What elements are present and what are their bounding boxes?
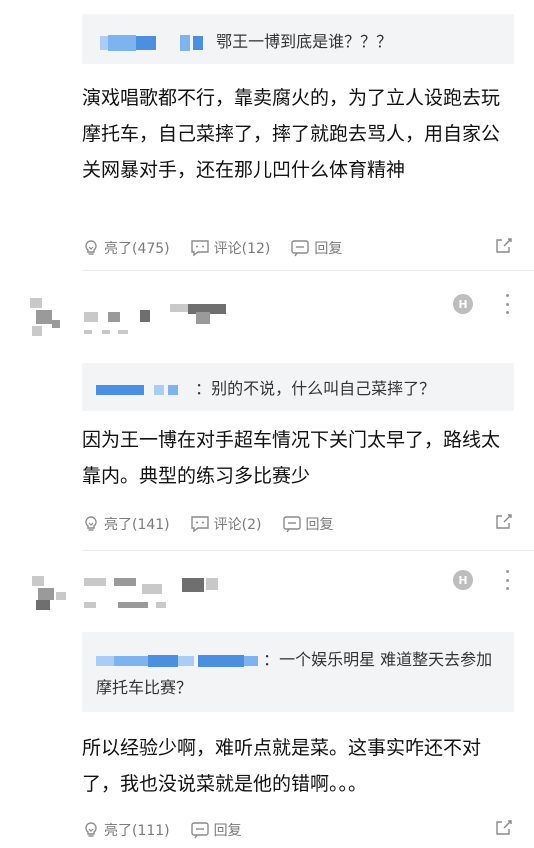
like-count: 亮了(475) bbox=[104, 241, 170, 257]
like-count: 亮了(141) bbox=[104, 517, 170, 533]
quoted-username-blurred bbox=[96, 384, 190, 395]
comment-actions: 亮了(141) 评论(2) 回复 bbox=[82, 512, 514, 536]
like-button[interactable]: 亮了(111) bbox=[82, 820, 170, 840]
reply-button[interactable]: 回复 bbox=[290, 238, 342, 258]
comment-button[interactable]: 评论(2) bbox=[190, 514, 262, 534]
more-options-button[interactable] bbox=[502, 570, 512, 590]
username-blurred[interactable] bbox=[84, 576, 234, 616]
username-blurred[interactable] bbox=[84, 300, 234, 340]
avatar[interactable] bbox=[22, 292, 72, 342]
comment-body: 所以经验少啊，难听点就是菜。这事实咋还不对了，我也没说菜就是他的错啊。。。 bbox=[82, 737, 482, 795]
reply-icon bbox=[291, 240, 310, 257]
quoted-text: 鄂王一博到底是谁？？？ bbox=[216, 32, 393, 51]
comment-button[interactable]: 评论(12) bbox=[190, 238, 271, 258]
divider bbox=[82, 270, 534, 271]
reply-icon bbox=[282, 516, 301, 533]
reply-icon bbox=[190, 822, 209, 839]
level-badge: H bbox=[453, 570, 473, 590]
quoted-username-blurred bbox=[100, 34, 211, 51]
share-icon bbox=[496, 820, 512, 835]
comment-count: 评论(12) bbox=[213, 241, 271, 257]
like-button[interactable]: 亮了(141) bbox=[82, 514, 170, 534]
quoted-comment[interactable]: ：一个娱乐明星 难道整天去参加摩托车比赛？ bbox=[82, 632, 514, 712]
share-button[interactable] bbox=[494, 512, 514, 536]
comment-icon bbox=[190, 516, 209, 533]
quoted-comment[interactable]: ：别的不说，什么叫自己菜摔了？ bbox=[82, 363, 514, 411]
reply-button[interactable]: 回复 bbox=[282, 514, 334, 534]
divider bbox=[82, 550, 534, 551]
reply-label: 回复 bbox=[314, 241, 343, 257]
avatar[interactable] bbox=[22, 568, 72, 618]
more-icon bbox=[505, 570, 509, 573]
comment-actions: 亮了(111) 回复 bbox=[82, 818, 514, 842]
quoted-comment[interactable]: 鄂王一博到底是谁？？？ bbox=[82, 14, 514, 64]
comment-body: 因为王一博在对手超车情况下关门太早了，路线太靠内。典型的练习多比赛少 bbox=[82, 429, 501, 487]
share-icon bbox=[496, 514, 512, 529]
bulb-icon bbox=[85, 822, 97, 837]
more-options-button[interactable] bbox=[502, 294, 512, 314]
comment-icon bbox=[190, 240, 209, 257]
level-badge: H bbox=[453, 294, 473, 314]
like-button[interactable]: 亮了(475) bbox=[82, 238, 170, 258]
share-button[interactable] bbox=[494, 818, 514, 842]
comment-actions: 亮了(475) 评论(12) 回复 bbox=[82, 236, 514, 260]
share-button[interactable] bbox=[494, 236, 514, 260]
comment-count: 评论(2) bbox=[213, 517, 262, 533]
quoted-text: ：别的不说，什么叫自己菜摔了？ bbox=[195, 379, 436, 398]
like-count: 亮了(111) bbox=[104, 823, 170, 839]
reply-label: 回复 bbox=[213, 823, 242, 839]
bulb-icon bbox=[85, 516, 97, 531]
share-icon bbox=[496, 238, 512, 253]
reply-label: 回复 bbox=[305, 517, 334, 533]
bulb-icon bbox=[85, 240, 97, 255]
more-icon bbox=[505, 294, 509, 297]
quoted-username-blurred bbox=[96, 654, 258, 667]
comment-body: 演戏唱歌都不行，靠卖腐火的，为了立人设跑去玩摩托车，自己菜摔了，摔了就跑去骂人，… bbox=[82, 87, 501, 181]
reply-button[interactable]: 回复 bbox=[190, 820, 242, 840]
